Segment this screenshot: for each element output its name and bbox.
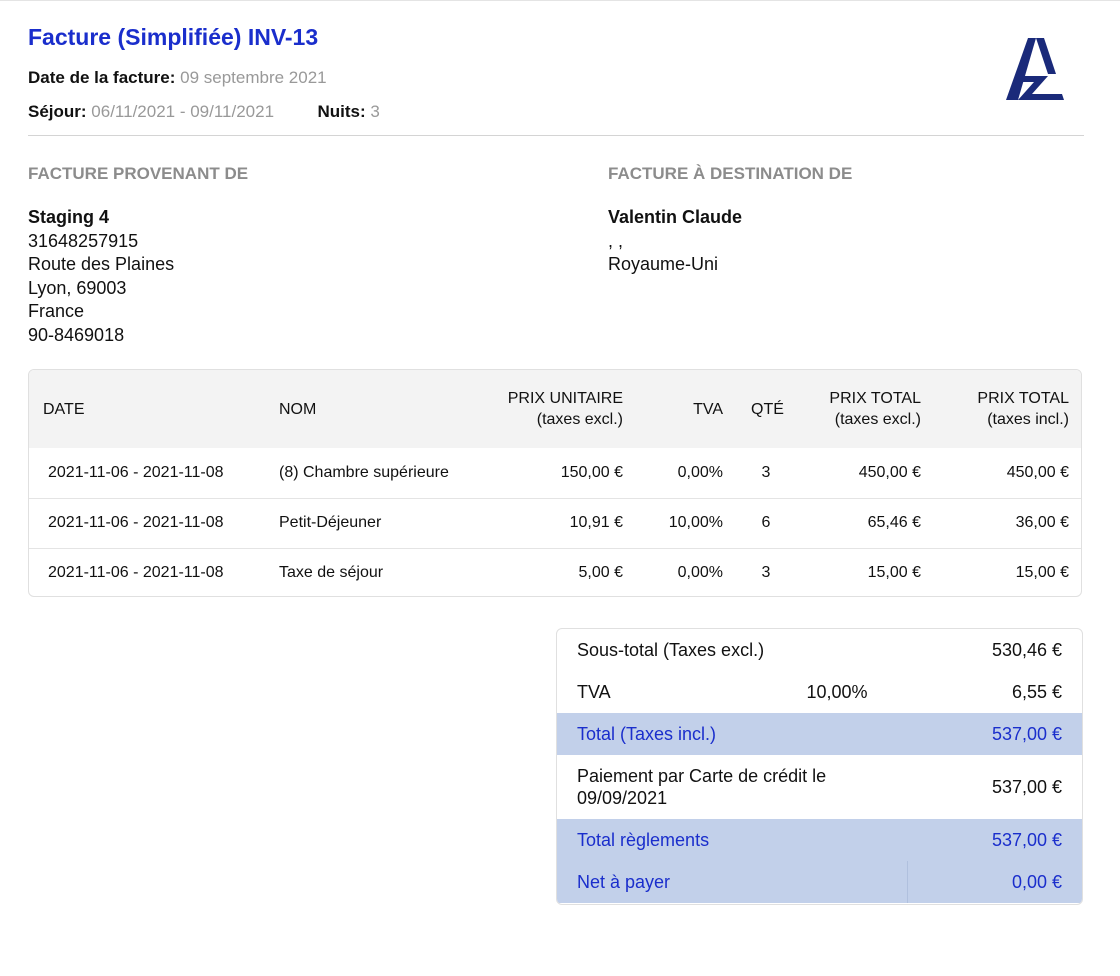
row-total-incl: 15,00 € [1015, 564, 1069, 582]
col-unit-price-sub: (taxes excl.) [536, 411, 623, 428]
row-total-excl: 450,00 € [858, 463, 921, 481]
subtotal-value: 530,46 € [991, 639, 1063, 660]
to-heading: FACTURE À DESTINATION DE [608, 164, 853, 183]
row-qty: 6 [761, 514, 771, 531]
subtotal-label: Sous-total (Taxes excl.) [577, 639, 765, 660]
row-name: Petit-Déjeuner [279, 514, 382, 531]
seller-id: 90-8469018 [28, 324, 125, 345]
payment-row: Paiement par Carte de crédit le 09/09/20… [557, 755, 1082, 819]
stay-info: Séjour: 06/11/2021 - 09/11/2021 Nuits: 3 [28, 102, 380, 122]
row-date: 2021-11-06 - 2021-11-08 [48, 564, 224, 582]
settled-row: Total règlements 537,00 € [557, 819, 1082, 861]
invoice-title: Facture (Simplifiée) INV-13 [28, 24, 319, 50]
settled-value: 537,00 € [991, 829, 1063, 850]
buyer-name: Valentin Claude [608, 207, 743, 227]
row-unit-price: 150,00 € [560, 463, 623, 481]
vat-label: TVA [577, 681, 611, 702]
table-header-row: DATE NOM PRIX UNITAIRE (taxes excl.) TVA… [29, 370, 1081, 448]
seller-street: Route des Plaines [28, 254, 175, 274]
vat-row: TVA 10,00% 6,55 € [557, 671, 1082, 713]
row-vat: 10,00% [668, 514, 723, 531]
buyer-address: Valentin Claude , , Royaume-Uni [608, 206, 742, 277]
col-qty-header: QTÉ [751, 400, 784, 418]
row-date: 2021-11-06 - 2021-11-08 [48, 514, 224, 531]
payment-label: Paiement par Carte de crédit le 09/09/20… [577, 766, 827, 808]
row-date: 2021-11-06 - 2021-11-08 [48, 463, 224, 481]
seller-city: Lyon, 69003 [28, 277, 127, 298]
due-value: 0,00 € [1011, 871, 1063, 892]
buyer-address-line: , , [608, 230, 624, 251]
col-date-header: DATE [43, 400, 85, 418]
row-vat: 0,00% [677, 564, 723, 582]
col-total-incl-header: PRIX TOTAL (taxes incl.) [935, 370, 1081, 448]
subtotal-row: Sous-total (Taxes excl.) 530,46 € [557, 629, 1082, 671]
invoice-date-value: 09 septembre 2021 [180, 68, 327, 87]
col-total-excl-title: PRIX TOTAL [829, 390, 921, 407]
table-row: 2021-11-06 - 2021-11-08 (8) Chambre supé… [29, 448, 1081, 498]
row-total-incl: 450,00 € [1006, 463, 1069, 481]
table-row: 2021-11-06 - 2021-11-08 Petit-Déjeuner 1… [29, 498, 1081, 548]
col-unit-price-title: PRIX UNITAIRE [507, 390, 623, 407]
col-vat-header: TVA [693, 400, 723, 418]
col-name-header: NOM [279, 400, 317, 418]
nights-label: Nuits: [317, 102, 366, 121]
invoice-date: Date de la facture: 09 septembre 2021 [28, 68, 327, 88]
row-unit-price: 10,91 € [569, 514, 623, 531]
col-unit-price-header: PRIX UNITAIRE (taxes excl.) [479, 370, 637, 448]
due-row: Net à payer 0,00 € [557, 861, 1082, 903]
vat-value: 6,55 € [1011, 681, 1063, 702]
seller-country: France [28, 301, 85, 321]
page-top-border [0, 0, 1120, 1]
invoice-date-label: Date de la facture: [28, 68, 176, 87]
line-items-table: DATE NOM PRIX UNITAIRE (taxes excl.) TVA… [28, 369, 1082, 597]
col-total-incl-sub: (taxes incl.) [987, 411, 1069, 428]
row-total-excl: 15,00 € [867, 564, 921, 582]
vat-rate: 10,00% [806, 681, 868, 702]
az-logo-icon [1004, 36, 1066, 102]
row-name: Taxe de séjour [279, 564, 384, 582]
stay-label: Séjour: [28, 102, 87, 121]
total-value: 537,00 € [991, 723, 1063, 744]
row-name: (8) Chambre supérieure [279, 463, 449, 481]
row-unit-price: 5,00 € [578, 564, 623, 582]
totals-box: Sous-total (Taxes excl.) 530,46 € TVA 10… [556, 628, 1083, 905]
row-qty: 3 [761, 463, 771, 481]
row-total-incl: 36,00 € [1015, 514, 1069, 531]
seller-phone: 31648257915 [28, 230, 139, 251]
payment-value: 537,00 € [991, 776, 1063, 797]
row-total-excl: 65,46 € [867, 514, 921, 531]
header-divider [28, 135, 1084, 136]
stay-value: 06/11/2021 - 09/11/2021 [91, 102, 275, 121]
table-row: 2021-11-06 - 2021-11-08 Taxe de séjour 5… [29, 548, 1081, 596]
from-heading: FACTURE PROVENANT DE [28, 164, 249, 183]
total-row: Total (Taxes incl.) 537,00 € [557, 713, 1082, 755]
nights-value: 3 [370, 102, 380, 121]
buyer-country: Royaume-Uni [608, 254, 719, 274]
row-qty: 3 [761, 564, 771, 582]
seller-address: Staging 4 31648257915 Route des Plaines … [28, 206, 174, 347]
row-vat: 0,00% [677, 463, 723, 481]
col-total-excl-sub: (taxes excl.) [834, 411, 921, 428]
col-total-excl-header: PRIX TOTAL (taxes excl.) [795, 370, 935, 448]
col-total-incl-title: PRIX TOTAL [977, 390, 1069, 407]
seller-name: Staging 4 [28, 207, 110, 227]
total-label: Total (Taxes incl.) [577, 723, 717, 744]
due-label: Net à payer [557, 861, 908, 903]
settled-label: Total règlements [577, 829, 710, 850]
